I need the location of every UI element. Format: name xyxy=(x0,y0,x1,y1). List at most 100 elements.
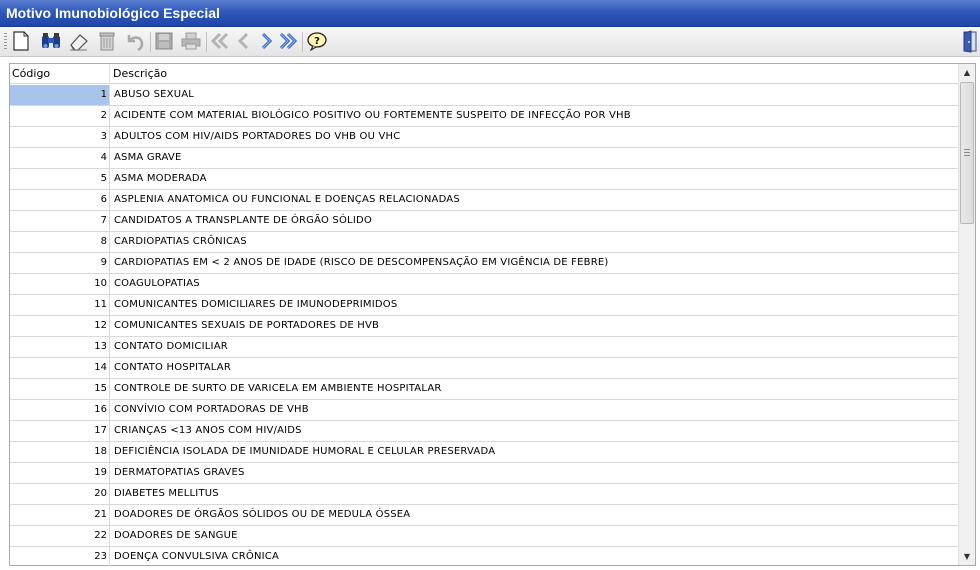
cell-code: 8 xyxy=(10,232,110,252)
undo-button[interactable] xyxy=(124,30,146,52)
cell-code: 15 xyxy=(10,379,110,399)
cell-code: 7 xyxy=(10,211,110,231)
cell-code: 16 xyxy=(10,400,110,420)
table-row[interactable]: 13 CONTATO DOMICILIAR xyxy=(10,337,959,358)
cell-code: 6 xyxy=(10,190,110,210)
scrollbar-thumb[interactable] xyxy=(960,82,974,224)
print-button[interactable] xyxy=(180,30,202,52)
table-row[interactable]: 14 CONTATO HOSPITALAR xyxy=(10,358,959,379)
table-row[interactable]: 16 CONVÍVIO COM PORTADORAS DE VHB xyxy=(10,400,959,421)
scrollbar-grip xyxy=(964,149,970,156)
table-row[interactable]: 3 ADULTOS COM HIV/AIDS PORTADORES DO VHB … xyxy=(10,127,959,148)
table-row[interactable]: 19 DERMATOPATIAS GRAVES xyxy=(10,463,959,484)
cell-code: 4 xyxy=(10,148,110,168)
cell-description: CONTROLE DE SURTO DE VARICELA EM AMBIENT… xyxy=(114,383,442,394)
grid-header: Código Descrição xyxy=(10,64,959,84)
table-row[interactable]: 18 DEFICIÊNCIA ISOLADA DE IMUNIDADE HUMOR… xyxy=(10,442,959,463)
table-row[interactable]: 7 CANDIDATOS A TRANSPLANTE DE ÓRGÃO SÓLID… xyxy=(10,211,959,232)
cell-description: CONTATO HOSPITALAR xyxy=(114,362,231,373)
cell-code: 2 xyxy=(10,106,110,126)
cell-description: ASMA MODERADA xyxy=(114,173,207,184)
scroll-down-arrow-icon[interactable]: ▼ xyxy=(959,548,975,565)
cell-description: CARDIOPATIAS EM < 2 ANOS DE IDADE (RISCO… xyxy=(114,257,609,268)
cell-description: COMUNICANTES DOMICILIARES DE IMUNODEPRIM… xyxy=(114,299,398,310)
cell-code: 21 xyxy=(10,505,110,525)
cell-code: 17 xyxy=(10,421,110,441)
cell-description: COMUNICANTES SEXUAIS DE PORTADORES DE HV… xyxy=(114,320,380,331)
previous-record-button[interactable] xyxy=(233,30,255,52)
cell-code: 12 xyxy=(10,316,110,336)
cell-code: 18 xyxy=(10,442,110,462)
first-record-icon xyxy=(210,32,229,50)
cell-description: ADULTOS COM HIV/AIDS PORTADORES DO VHB O… xyxy=(114,131,401,142)
cell-description: CANDIDATOS A TRANSPLANTE DE ÓRGÃO SÓLIDO xyxy=(114,215,372,226)
table-row[interactable]: 15 CONTROLE DE SURTO DE VARICELA EM AMBIE… xyxy=(10,379,959,400)
table-row[interactable]: 10 COAGULOPATIAS xyxy=(10,274,959,295)
binoculars-search-icon xyxy=(42,33,60,48)
cell-description: CONVÍVIO COM PORTADORAS DE VHB xyxy=(114,404,309,415)
toolbar: ? xyxy=(0,27,980,57)
search-button[interactable] xyxy=(40,30,62,52)
vertical-scrollbar[interactable]: ▲ ▼ xyxy=(958,64,975,565)
window-title: Motivo Imunobiológico Especial xyxy=(6,5,220,21)
cell-code: 13 xyxy=(10,337,110,357)
table-row[interactable]: 23 DOENÇA CONVULSIVA CRÔNICA xyxy=(10,547,959,566)
last-record-button[interactable] xyxy=(277,30,299,52)
toolbar-grip xyxy=(4,33,7,51)
cell-description: DEFICIÊNCIA ISOLADA DE IMUNIDADE HUMORAL… xyxy=(114,446,496,457)
table-row[interactable]: 22 DOADORES DE SANGUE xyxy=(10,526,959,547)
help-icon: ? xyxy=(307,32,327,51)
table-row[interactable]: 5 ASMA MODERADA xyxy=(10,169,959,190)
cell-description: DOENÇA CONVULSIVA CRÔNICA xyxy=(114,551,280,562)
title-bar: Motivo Imunobiológico Especial xyxy=(0,0,980,27)
table-row[interactable]: 12 COMUNICANTES SEXUAIS DE PORTADORES DE … xyxy=(10,316,959,337)
cell-description: DOADORES DE ÓRGÃOS SÓLIDOS OU DE MEDULA … xyxy=(114,509,411,520)
cell-code: 22 xyxy=(10,526,110,546)
cell-description: ABUSO SEXUAL xyxy=(114,89,195,100)
table-row[interactable]: 21 DOADORES DE ÓRGÃOS SÓLIDOS OU DE MEDUL… xyxy=(10,505,959,526)
help-button[interactable]: ? xyxy=(306,30,328,52)
scroll-up-arrow-icon[interactable]: ▲ xyxy=(959,64,975,81)
table-row[interactable]: 4 ASMA GRAVE xyxy=(10,148,959,169)
cell-description: CARDIOPATIAS CRÔNICAS xyxy=(114,236,247,247)
cell-description: ACIDENTE COM MATERIAL BIOLÓGICO POSITIVO… xyxy=(114,110,631,121)
cell-description: CONTATO DOMICILIAR xyxy=(114,341,228,352)
cell-code: 1 xyxy=(10,85,110,105)
table-row[interactable]: 20 DIABETES MELLITUS xyxy=(10,484,959,505)
next-record-icon xyxy=(261,32,273,50)
cell-code: 9 xyxy=(10,253,110,273)
new-document-icon xyxy=(13,31,29,51)
exit-button[interactable] xyxy=(960,30,978,53)
cell-code: 23 xyxy=(10,547,110,566)
eraser-icon xyxy=(70,34,88,51)
table-row[interactable]: 8 CARDIOPATIAS CRÔNICAS xyxy=(10,232,959,253)
svg-text:?: ? xyxy=(314,36,320,47)
new-button[interactable] xyxy=(10,30,32,52)
cell-description: COAGULOPATIAS xyxy=(114,278,200,289)
records-grid: Código Descrição 1 ABUSO SEXUAL 2 ACIDENTE … xyxy=(9,63,976,566)
column-header-description[interactable]: Descrição xyxy=(111,64,959,84)
toolbar-separator xyxy=(150,32,151,52)
table-row[interactable]: 11 COMUNICANTES DOMICILIARES DE IMUNODEPR… xyxy=(10,295,959,316)
table-row[interactable]: 6 ASPLENIA ANATOMICA OU FUNCIONAL E DOENÇ… xyxy=(10,190,959,211)
table-row[interactable]: 17 CRIANÇAS <13 ANOS COM HIV/AIDS xyxy=(10,421,959,442)
clear-button[interactable] xyxy=(68,30,90,52)
cell-code: 20 xyxy=(10,484,110,504)
exit-door-icon xyxy=(963,30,977,53)
next-record-button[interactable] xyxy=(255,30,277,52)
table-row[interactable]: 2 ACIDENTE COM MATERIAL BIOLÓGICO POSITIV… xyxy=(10,106,959,127)
undo-icon xyxy=(127,35,144,51)
cell-code: 19 xyxy=(10,463,110,483)
print-icon xyxy=(181,32,201,50)
cell-description: ASPLENIA ANATOMICA OU FUNCIONAL E DOENÇA… xyxy=(114,194,460,205)
table-row[interactable]: 9 CARDIOPATIAS EM < 2 ANOS DE IDADE (RISC… xyxy=(10,253,959,274)
first-record-button[interactable] xyxy=(209,30,231,52)
trash-icon xyxy=(99,32,115,51)
column-header-code[interactable]: Código xyxy=(10,64,110,84)
cell-description: DOADORES DE SANGUE xyxy=(114,530,238,541)
toolbar-separator xyxy=(206,32,207,52)
cell-code: 10 xyxy=(10,274,110,294)
delete-button[interactable] xyxy=(96,30,118,52)
save-button[interactable] xyxy=(153,30,175,52)
table-row[interactable]: 1 ABUSO SEXUAL xyxy=(10,85,959,106)
